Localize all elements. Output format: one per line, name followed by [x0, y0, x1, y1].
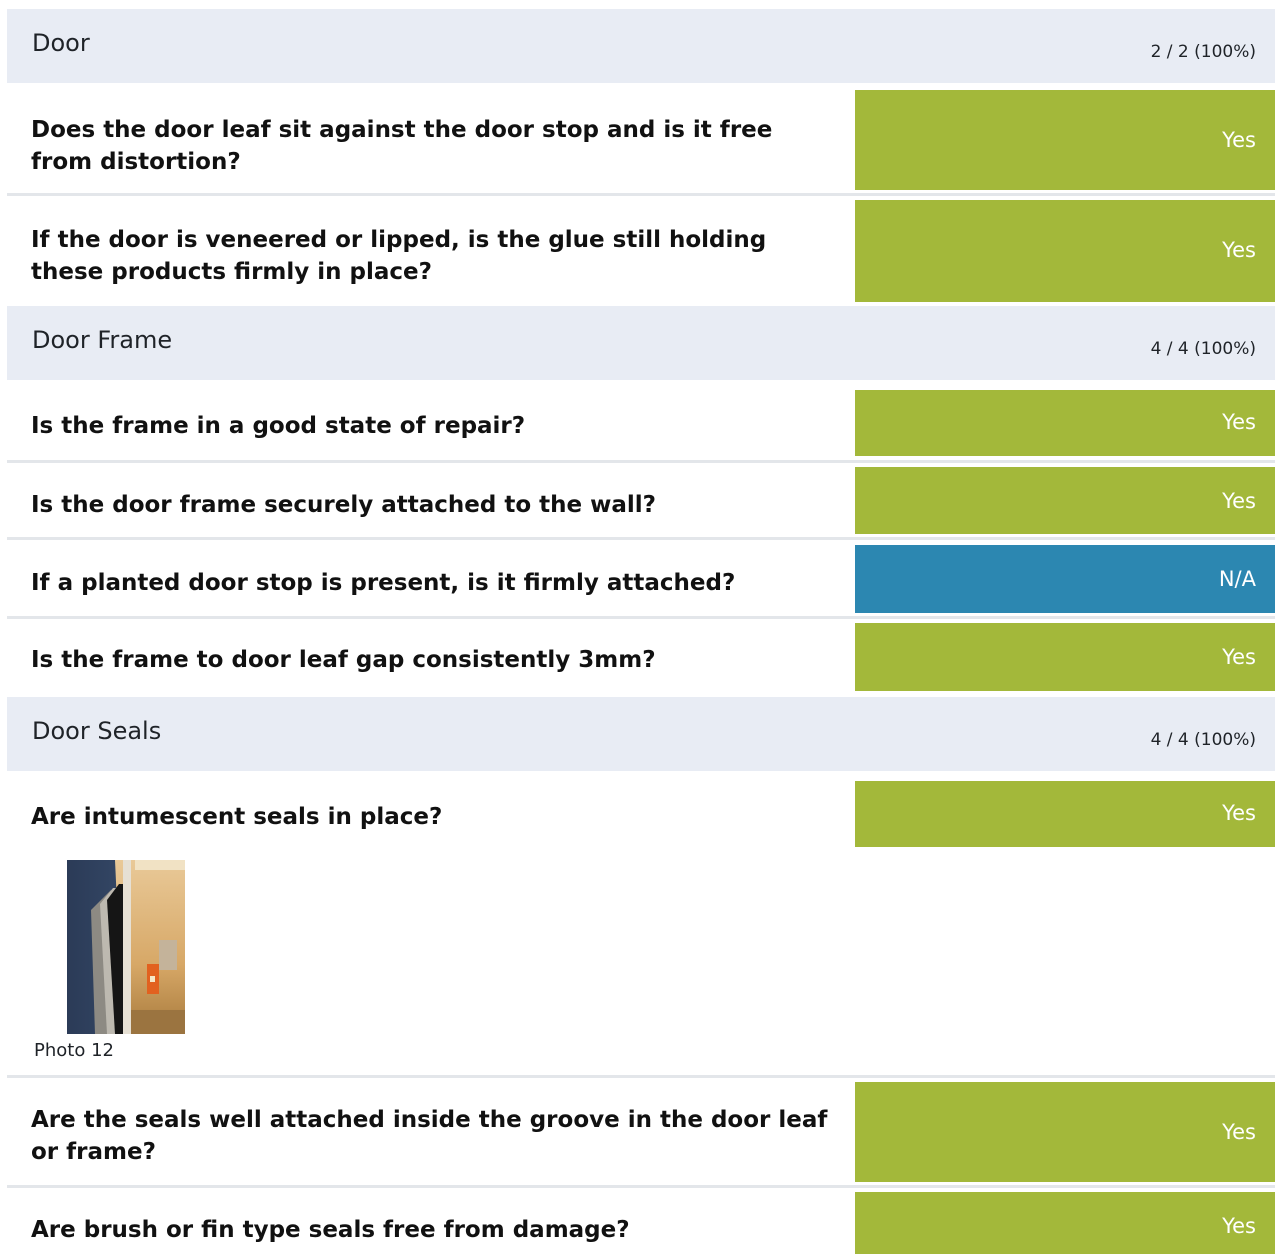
- answer-label: Yes: [1222, 128, 1256, 152]
- divider: [7, 1075, 1275, 1078]
- divider: [7, 537, 1275, 540]
- question-text: Are the seals well attached inside the g…: [31, 1107, 828, 1165]
- answer-label: N/A: [1218, 567, 1256, 591]
- question-text: Are intumescent seals in place?: [31, 804, 443, 830]
- question-row: Are brush or fin type seals free from da…: [7, 1192, 1275, 1254]
- question-text: Is the frame in a good state of repair?: [31, 413, 526, 439]
- section-score: 2 / 2 (100%): [1150, 42, 1256, 62]
- question-row: Are the seals well attached inside the g…: [7, 1082, 1275, 1182]
- answer-badge: Yes: [855, 90, 1275, 190]
- answer-badge: Yes: [855, 781, 1275, 847]
- question-row: Is the frame in a good state of repair? …: [7, 390, 1275, 456]
- photo-thumbnail[interactable]: [67, 860, 185, 1034]
- section-score: 4 / 4 (100%): [1150, 339, 1256, 359]
- question-text: Is the door frame securely attached to t…: [31, 492, 656, 518]
- question-row: If a planted door stop is present, is it…: [7, 545, 1275, 613]
- answer-badge: N/A: [855, 545, 1275, 613]
- section-title: Door Frame: [32, 326, 173, 354]
- section-header-door-frame: Door Frame 4 / 4 (100%): [7, 306, 1275, 380]
- divider: [7, 616, 1275, 619]
- section-header-door: Door 2 / 2 (100%): [7, 9, 1275, 83]
- answer-label: Yes: [1222, 1214, 1256, 1238]
- inspection-report: Door 2 / 2 (100%) Does the door leaf sit…: [0, 0, 1275, 1254]
- question-row: Is the door frame securely attached to t…: [7, 467, 1275, 534]
- answer-label: Yes: [1222, 410, 1256, 434]
- answer-badge: Yes: [855, 200, 1275, 302]
- question-text: If a planted door stop is present, is it…: [31, 570, 736, 596]
- answer-label: Yes: [1222, 238, 1256, 262]
- divider: [7, 460, 1275, 463]
- question-row: Does the door leaf sit against the door …: [7, 90, 1275, 190]
- answer-badge: Yes: [855, 390, 1275, 456]
- answer-label: Yes: [1222, 801, 1256, 825]
- divider: [7, 1185, 1275, 1188]
- section-header-door-seals: Door Seals 4 / 4 (100%): [7, 697, 1275, 771]
- photo-caption: Photo 12: [34, 1040, 114, 1061]
- section-title: Door: [32, 29, 90, 57]
- question-text: Is the frame to door leaf gap consistent…: [31, 647, 656, 673]
- door-seal-photo: [67, 860, 185, 1034]
- answer-badge: Yes: [855, 467, 1275, 534]
- question-row: Are intumescent seals in place? Yes: [7, 781, 1275, 847]
- answer-badge: Yes: [855, 1192, 1275, 1254]
- question-text: Are brush or fin type seals free from da…: [31, 1217, 630, 1243]
- answer-badge: Yes: [855, 1082, 1275, 1182]
- divider: [7, 193, 1275, 196]
- question-text: Does the door leaf sit against the door …: [31, 117, 773, 175]
- section-score: 4 / 4 (100%): [1150, 730, 1256, 750]
- question-row: Is the frame to door leaf gap consistent…: [7, 623, 1275, 691]
- section-title: Door Seals: [32, 717, 162, 745]
- answer-label: Yes: [1222, 645, 1256, 669]
- answer-badge: Yes: [855, 623, 1275, 691]
- question-row: If the door is veneered or lipped, is th…: [7, 200, 1275, 302]
- answer-label: Yes: [1222, 1120, 1256, 1144]
- answer-label: Yes: [1222, 489, 1256, 513]
- question-text: If the door is veneered or lipped, is th…: [31, 227, 767, 285]
